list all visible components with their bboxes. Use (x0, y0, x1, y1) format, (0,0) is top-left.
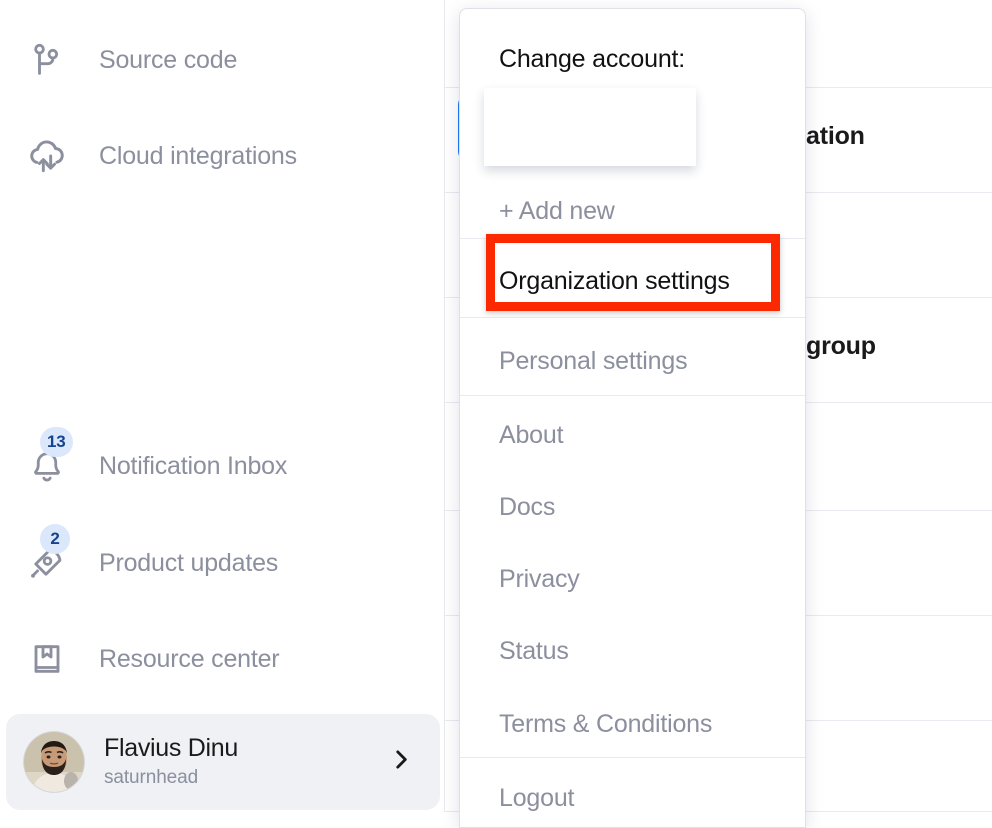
sidebar-item-source-code[interactable]: Source code (0, 29, 444, 91)
dropdown-heading: Change account: (499, 45, 686, 73)
updates-badge: 2 (40, 524, 70, 554)
sidebar-item-notification-inbox[interactable]: 13 Notification Inbox (0, 427, 444, 497)
menu-item-privacy[interactable]: Privacy (460, 559, 805, 599)
cloud-sync-icon (24, 133, 70, 179)
user-identity: Flavius Dinu saturnhead (104, 735, 238, 789)
menu-item-about[interactable]: About (460, 415, 805, 455)
sidebar-item-label: Cloud integrations (99, 141, 297, 170)
rocket-icon: 2 (24, 524, 70, 586)
user-account-card[interactable]: Flavius Dinu saturnhead (6, 714, 440, 810)
git-branch-icon (24, 37, 70, 83)
notification-badge: 13 (40, 427, 73, 457)
menu-item-add-new[interactable]: + Add new (460, 191, 805, 231)
sidebar-item-product-updates[interactable]: 2 Product updates (0, 524, 444, 594)
menu-item-personal-settings[interactable]: Personal settings (460, 341, 805, 381)
sidebar: Source code Cloud integrations 13 Notifi… (0, 0, 444, 812)
user-name: Flavius Dinu (104, 734, 238, 763)
chevron-right-icon[interactable] (388, 747, 414, 778)
background-partial-label-organization: ation (806, 122, 865, 150)
menu-item-status[interactable]: Status (460, 631, 805, 671)
menu-divider (460, 757, 805, 758)
sidebar-item-label: Source code (99, 45, 238, 74)
account-switcher-panel[interactable] (484, 88, 696, 166)
sidebar-item-resource-center[interactable]: Resource center (0, 628, 444, 690)
bell-icon: 13 (24, 427, 73, 489)
sidebar-item-label: Resource center (99, 644, 280, 673)
menu-item-terms-and-conditions[interactable]: Terms & Conditions (460, 704, 805, 744)
highlight-annotation-organization-settings (486, 234, 780, 311)
avatar (24, 732, 84, 792)
background-partial-label-group: group (806, 332, 876, 360)
sidebar-item-label: Notification Inbox (99, 451, 288, 480)
menu-divider (460, 317, 805, 318)
book-bookmark-icon (24, 636, 70, 682)
menu-divider (460, 395, 805, 396)
sidebar-item-label: Product updates (99, 548, 279, 577)
user-handle: saturnhead (104, 766, 199, 788)
sidebar-item-cloud-integrations[interactable]: Cloud integrations (0, 125, 444, 187)
menu-item-logout[interactable]: Logout (460, 778, 805, 818)
menu-item-docs[interactable]: Docs (460, 487, 805, 527)
